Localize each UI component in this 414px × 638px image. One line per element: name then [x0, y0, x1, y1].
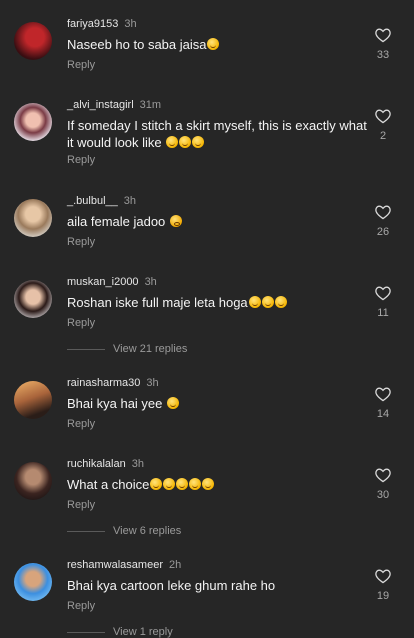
comment-body: What a choice [67, 477, 150, 492]
heart-icon[interactable] [374, 27, 392, 43]
reply-button[interactable]: Reply [67, 154, 95, 166]
comment-username[interactable]: _alvi_instagirl [67, 99, 134, 111]
grinning-sweat-emoji-icon [207, 38, 220, 50]
like-button[interactable]: 33 [368, 27, 398, 61]
comment-text: aila female jadoo [67, 214, 367, 231]
like-button[interactable]: 14 [368, 386, 398, 420]
heart-icon[interactable] [374, 108, 392, 124]
avatar[interactable] [14, 563, 52, 601]
divider-line [67, 530, 105, 532]
comment-username[interactable]: ruchikalalan [67, 458, 126, 470]
reply-button[interactable]: Reply [67, 236, 95, 248]
grinning-sweat-emoji-icon [150, 478, 163, 490]
like-count: 33 [376, 49, 390, 61]
view-replies-button[interactable]: View 6 replies [67, 525, 181, 537]
comment-username[interactable]: reshamwalasameer [67, 559, 163, 571]
grinning-sweat-emoji-icon [167, 397, 180, 409]
like-button[interactable]: 30 [368, 467, 398, 501]
like-count: 14 [376, 408, 390, 420]
reply-button[interactable]: Reply [67, 317, 95, 329]
comment-body: aila female jadoo [67, 214, 166, 229]
comment-time: 31m [139, 99, 162, 111]
grinning-sweat-emoji-icon [163, 478, 176, 490]
avatar[interactable] [14, 199, 52, 237]
comment-body: Roshan iske full maje leta hoga [67, 295, 248, 310]
grinning-sweat-emoji-icon [176, 478, 189, 490]
heart-icon[interactable] [374, 467, 392, 483]
heart-icon[interactable] [374, 568, 392, 584]
comment-time: 3h [131, 458, 144, 470]
comment-body: If someday I stitch a skirt myself, this… [67, 118, 367, 150]
comment-text: Bhai kya cartoon leke ghum rahe ho [67, 578, 367, 595]
view-replies-button[interactable]: View 1 reply [67, 626, 173, 638]
comment-text: What a choice [67, 477, 367, 494]
view-replies-label[interactable]: View 1 reply [113, 626, 173, 638]
like-count: 2 [379, 130, 387, 142]
like-count: 26 [376, 226, 390, 238]
grinning-sweat-emoji-icon [202, 478, 215, 490]
grinning-sweat-emoji-icon [248, 296, 261, 308]
comment-username[interactable]: fariya9153 [67, 18, 118, 30]
avatar[interactable] [14, 381, 52, 419]
grinning-sweat-emoji-icon [261, 296, 274, 308]
comment-body: Bhai kya hai yee [67, 396, 163, 411]
divider-line [67, 631, 105, 633]
flushed-emoji-icon [169, 215, 182, 227]
heart-icon[interactable] [374, 285, 392, 301]
comment-username[interactable]: muskan_i2000 [67, 276, 139, 288]
view-replies-label[interactable]: View 21 replies [113, 343, 187, 355]
like-button[interactable]: 19 [368, 568, 398, 602]
comment-time: 3h [124, 18, 137, 30]
comment-username[interactable]: _.bulbul__ [67, 195, 118, 207]
comment-meta: _alvi_instagirl 31m [67, 99, 161, 111]
comment-text: Bhai kya hai yee [67, 396, 367, 413]
like-count: 11 [377, 307, 389, 319]
reply-button[interactable]: Reply [67, 499, 95, 511]
comment-time: 2h [168, 559, 182, 571]
like-button[interactable]: 11 [368, 285, 398, 319]
like-button[interactable]: 26 [368, 204, 398, 238]
like-count: 19 [376, 590, 390, 602]
like-count: 30 [376, 489, 390, 501]
comment-time: 3h [146, 377, 159, 389]
avatar[interactable] [14, 22, 52, 60]
comment-text: If someday I stitch a skirt myself, this… [67, 118, 367, 151]
view-replies-label[interactable]: View 6 replies [113, 525, 181, 537]
comment-meta: reshamwalasameer 2h [67, 559, 181, 571]
reply-button[interactable]: Reply [67, 418, 95, 430]
heart-icon[interactable] [374, 386, 392, 402]
comment-text: Roshan iske full maje leta hoga [67, 295, 367, 312]
comment-time: 3h [123, 195, 137, 207]
comment-meta: ruchikalalan 3h [67, 458, 144, 470]
comment-time: 3h [144, 276, 157, 288]
comments-list: fariya9153 3h Naseeb ho to saba jaisa Rep… [0, 0, 414, 638]
view-replies-button[interactable]: View 21 replies [67, 343, 187, 355]
comment-body: Bhai kya cartoon leke ghum rahe ho [67, 578, 276, 593]
heart-icon[interactable] [374, 204, 392, 220]
winking-tongue-emoji-icon [179, 135, 192, 148]
grinning-sweat-emoji-icon [274, 296, 287, 308]
avatar[interactable] [14, 103, 52, 141]
divider-line [67, 348, 105, 350]
avatar[interactable] [14, 280, 52, 318]
reply-button[interactable]: Reply [67, 59, 95, 71]
comment-body: Naseeb ho to saba jaisa [67, 37, 207, 52]
avatar[interactable] [14, 462, 52, 500]
grinning-sweat-emoji-icon [189, 478, 202, 490]
comment-username[interactable]: rainasharma30 [67, 377, 140, 389]
grinning-sweat-emoji-icon [166, 135, 179, 148]
reply-button[interactable]: Reply [67, 600, 95, 612]
comment-meta: rainasharma30 3h [67, 377, 159, 389]
comment-meta: muskan_i2000 3h [67, 276, 157, 288]
grinning-sweat-emoji-icon [192, 135, 205, 148]
like-button[interactable]: 2 [368, 108, 398, 142]
comment-meta: fariya9153 3h [67, 18, 137, 30]
comment-text: Naseeb ho to saba jaisa [67, 37, 367, 54]
comment-meta: _.bulbul__ 3h [67, 195, 136, 207]
